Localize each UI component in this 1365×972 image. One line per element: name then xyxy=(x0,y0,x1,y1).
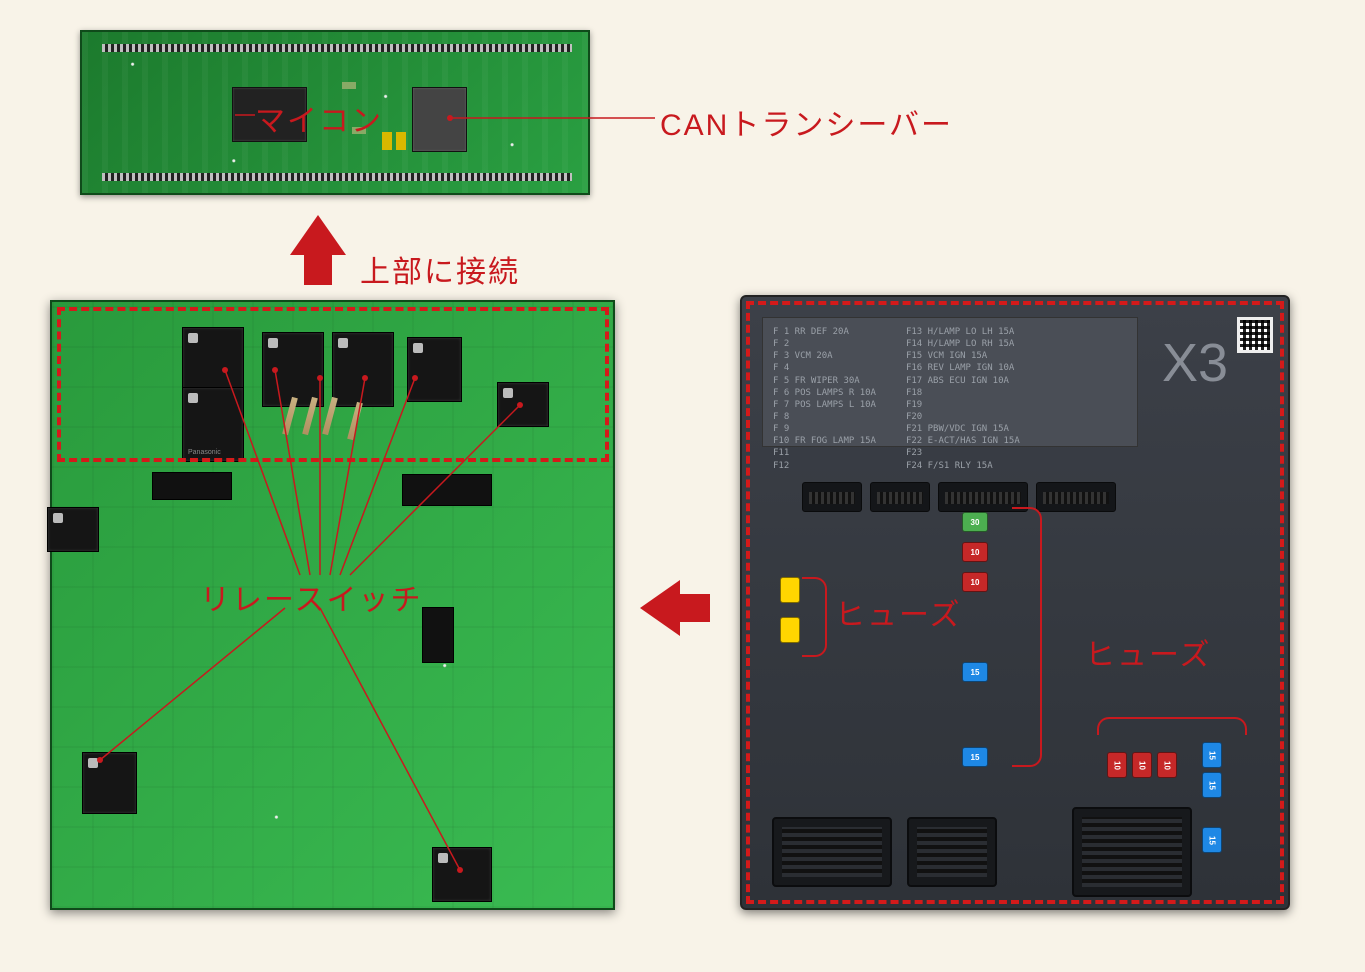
relay-switch xyxy=(432,847,492,902)
resistor xyxy=(322,397,338,435)
arrow-left-icon xyxy=(640,580,680,636)
connector xyxy=(422,607,454,663)
pcb-fusebox-diagram: マイコン CANトランシーバー 上部に接続 リレースイッチ F 1 RR DE xyxy=(0,0,1365,972)
large-connector xyxy=(907,817,997,887)
fuse xyxy=(780,617,800,643)
smd-component xyxy=(342,82,356,89)
brace-icon xyxy=(1012,507,1042,767)
capacitor xyxy=(396,132,406,150)
relay-switch xyxy=(262,332,324,407)
relay-switch xyxy=(182,387,244,462)
arrow-up-icon xyxy=(290,215,346,255)
connector-slot xyxy=(1036,482,1116,512)
relay-switch xyxy=(407,337,462,402)
fuse-legend-col-left: F 1 RR DEF 20AF 2F 3 VCM 20AF 4F 5 FR WI… xyxy=(773,326,876,438)
brace-icon xyxy=(802,577,827,657)
large-connector xyxy=(1072,807,1192,897)
relay-label: リレースイッチ xyxy=(200,575,423,619)
fuse-legend-panel: F 1 RR DEF 20AF 2F 3 VCM 20AF 4F 5 FR WI… xyxy=(762,317,1138,447)
relay-switch xyxy=(47,507,99,552)
fuse-legend-col-right: F13 H/LAMP LO LH 15AF14 H/LAMP LO RH 15A… xyxy=(906,326,1020,438)
large-connector xyxy=(772,817,892,887)
connect-top-label: 上部に接続 xyxy=(360,247,520,291)
capacitor xyxy=(382,132,392,150)
qr-code-icon xyxy=(1237,317,1273,353)
fuse-box: F 1 RR DEF 20AF 2F 3 VCM 20AF 4F 5 FR WI… xyxy=(740,295,1290,910)
can-transceiver-chip xyxy=(412,87,467,152)
fuse: 10 xyxy=(962,542,988,562)
connector-row xyxy=(802,482,1116,512)
fuse xyxy=(780,577,800,603)
can-label: CANトランシーバー xyxy=(660,100,953,144)
relay-switch xyxy=(82,752,137,814)
connector-slot xyxy=(802,482,862,512)
mcu-label: マイコン xyxy=(255,96,383,140)
fuse: 15 xyxy=(1202,772,1222,798)
fuse-label-left: ヒューズ xyxy=(835,590,962,634)
fuse: 10 xyxy=(1157,752,1177,778)
relay-switch xyxy=(332,332,394,407)
fuse: 10 xyxy=(962,572,988,592)
brace-icon xyxy=(1097,717,1247,735)
fusebox-model: X3 xyxy=(1162,332,1228,394)
pin-header xyxy=(102,44,572,52)
fuse: 15 xyxy=(962,747,988,767)
fuse: 15 xyxy=(962,662,988,682)
connector xyxy=(152,472,232,500)
fuse: 15 xyxy=(1202,827,1222,853)
fuse: 10 xyxy=(1107,752,1127,778)
fuse-label-right: ヒューズ xyxy=(1085,630,1212,674)
fuse: 15 xyxy=(1202,742,1222,768)
connector-slot xyxy=(870,482,930,512)
relay-switch xyxy=(497,382,549,427)
connector xyxy=(402,474,492,506)
fuse: 10 xyxy=(1132,752,1152,778)
fuse: 30 xyxy=(962,512,988,532)
pin-header xyxy=(102,173,572,181)
resistor xyxy=(347,402,363,440)
